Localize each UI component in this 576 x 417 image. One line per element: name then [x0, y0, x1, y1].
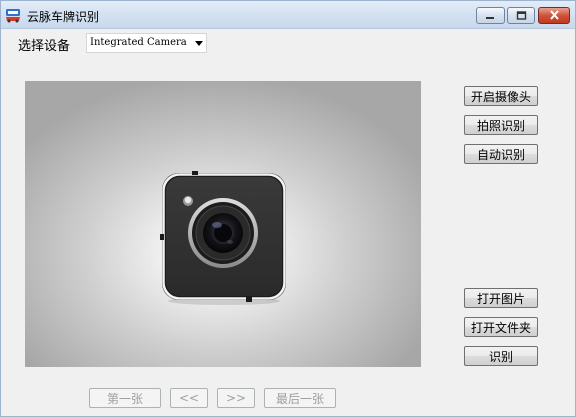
maximize-button[interactable]: [507, 7, 535, 24]
close-button[interactable]: [538, 7, 570, 24]
open-image-button[interactable]: 打开图片: [464, 288, 538, 308]
last-image-button[interactable]: 最后一张: [264, 388, 336, 408]
car-plate-app-icon: [5, 7, 21, 23]
open-folder-button[interactable]: 打开文件夹: [464, 317, 538, 337]
camera-icon: [160, 170, 288, 305]
device-select-value: Integrated Camera: [90, 37, 187, 48]
maximize-icon: [516, 9, 527, 23]
camera-preview: [25, 81, 421, 367]
auto-recognize-button[interactable]: 自动识别: [464, 144, 538, 164]
title-bar[interactable]: 云脉车牌识别: [1, 1, 575, 29]
first-image-button[interactable]: 第一张: [89, 388, 161, 408]
previous-image-button[interactable]: <<: [170, 388, 208, 408]
capture-recognize-button[interactable]: 拍照识别: [464, 115, 538, 135]
window-title: 云脉车牌识别: [27, 10, 100, 24]
device-select[interactable]: Integrated Camera: [86, 33, 207, 53]
open-camera-button[interactable]: 开启摄像头: [464, 86, 538, 106]
recognize-button[interactable]: 识别: [464, 346, 538, 366]
chevron-down-icon: [195, 41, 203, 46]
close-icon: [549, 9, 560, 23]
minimize-icon: [485, 9, 496, 23]
main-window: 云脉车牌识别 选择设备 Integrated Camera 开启摄像头 拍照识别…: [0, 0, 576, 417]
minimize-button[interactable]: [476, 7, 505, 24]
device-label: 选择设备: [18, 39, 71, 54]
next-image-button[interactable]: >>: [217, 388, 255, 408]
